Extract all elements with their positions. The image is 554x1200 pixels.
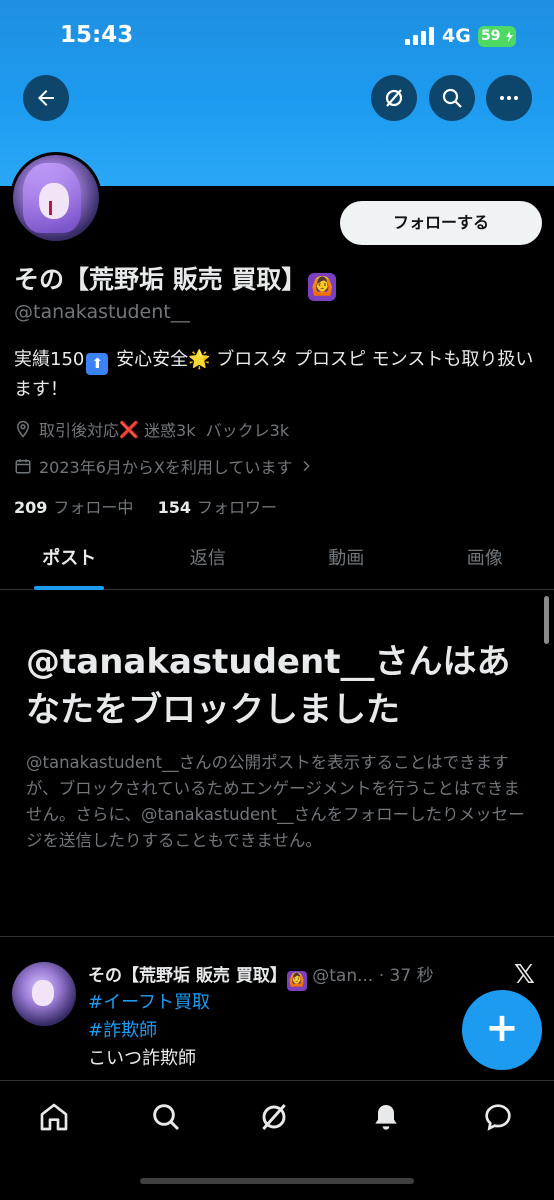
arrow-left-icon (38, 90, 54, 106)
followers-label: フォロワー (197, 498, 278, 517)
compose-post-button[interactable]: + (462, 990, 542, 1070)
profile-location: 取引後対応 ❌ 迷惑3k バックレ3k (14, 417, 289, 441)
battery-level: 59 (481, 28, 501, 44)
x-logo-icon: 𝕏 (514, 960, 535, 990)
tweet-author-emoji: 🙆 (286, 971, 307, 991)
nav-messages[interactable] (482, 1101, 518, 1137)
bio-prefix: 実績150 (14, 349, 85, 370)
hashtag-link[interactable]: #イーフト買取 (88, 988, 210, 1014)
bio-middle: 安心安全 (110, 349, 189, 370)
hashtag-link[interactable]: #詐欺師 (88, 1016, 157, 1042)
followers-link[interactable]: 154 フォロワー (158, 498, 277, 517)
nav-notifications[interactable] (370, 1101, 406, 1137)
location-text-before: 取引後対応 (39, 421, 120, 440)
grok-button[interactable] (371, 75, 417, 121)
tweet-time: · 37 秒 (378, 966, 434, 986)
notifications-icon (375, 1105, 397, 1130)
nav-search[interactable] (150, 1101, 186, 1137)
tab-videos[interactable]: 動画 (277, 532, 416, 589)
tab-replies[interactable]: 返信 (139, 532, 278, 589)
grok-icon (262, 1104, 286, 1130)
tweet-text: こいつ詐欺師 (88, 1048, 196, 1069)
display-name-text: その【荒野垢 販売 買取】 (14, 265, 307, 294)
messages-icon (485, 1104, 511, 1131)
tab-images[interactable]: 画像 (416, 532, 554, 589)
search-button[interactable] (429, 75, 475, 121)
profile-bio: 実績150 ⬆ 安心安全🌟 ブロスタ プロスピ モンストも取り扱います！ (14, 345, 544, 404)
more-horizontal-icon (500, 96, 518, 100)
followers-count: 154 (157, 498, 192, 517)
profile-handle: @tanakastudent__ (14, 301, 190, 323)
profile-avatar[interactable] (10, 152, 102, 244)
grok-slash-icon (385, 89, 403, 107)
tweet-author-name: その【荒野垢 販売 買取】 (88, 966, 287, 986)
star-emoji: 🌟 (188, 349, 211, 370)
tweet-header: その【荒野垢 販売 買取】 🙆 @tan... · 37 秒 (88, 961, 488, 991)
tweet-avatar[interactable] (12, 962, 76, 1026)
status-time: 15:43 (60, 22, 134, 48)
search-icon (153, 1104, 180, 1131)
chevron-right-icon (303, 460, 311, 472)
scrollbar[interactable] (544, 596, 549, 644)
location-text-after: 迷惑3k バックレ3k (138, 421, 290, 440)
home-icon (40, 1103, 68, 1131)
follow-button[interactable]: フォローする (340, 201, 542, 245)
plus-icon: + (485, 1005, 519, 1051)
more-button[interactable] (486, 75, 532, 121)
profile-tabs: ポスト 返信 動画 画像 (0, 532, 554, 590)
location-pin-icon (16, 420, 30, 438)
network-type: 4G (442, 25, 471, 47)
blocked-title: @tanakastudent__さんはあなたをブロックしました (26, 642, 511, 730)
status-bar: 15:43 4G 59 (0, 0, 554, 72)
home-indicator (140, 1178, 414, 1184)
calendar-icon (15, 459, 31, 474)
blocked-body: @tanakastudent__さんの公開ポストを表示することはできますが、ブロ… (26, 753, 525, 850)
display-name-emoji: 🙆 (308, 273, 337, 301)
back-button[interactable] (23, 75, 69, 121)
signal-strength-icon (405, 27, 435, 45)
display-name: その【荒野垢 販売 買取】 🙆 (14, 260, 337, 301)
battery-icon: 59 (478, 26, 516, 47)
tweet-author-handle: @tan... (312, 966, 374, 986)
following-link[interactable]: 209 フォロー中 (14, 498, 133, 517)
divider (0, 936, 554, 937)
profile-joined[interactable]: 2023年6月からXを利用しています (14, 454, 321, 478)
follow-counts: 209 フォロー中 154 フォロワー (14, 494, 277, 518)
charging-bolt-icon (506, 31, 513, 42)
joined-text: 2023年6月からXを利用しています (39, 458, 293, 477)
nav-grok[interactable] (258, 1101, 294, 1137)
following-label: フォロー中 (53, 498, 134, 517)
search-icon (442, 88, 462, 108)
following-count: 209 (14, 498, 48, 517)
cross-mark-emoji: ❌ (119, 419, 139, 439)
tab-posts[interactable]: ポスト (0, 532, 139, 590)
nav-home[interactable] (38, 1101, 74, 1137)
up-arrow-icon: ⬆ (86, 353, 109, 375)
